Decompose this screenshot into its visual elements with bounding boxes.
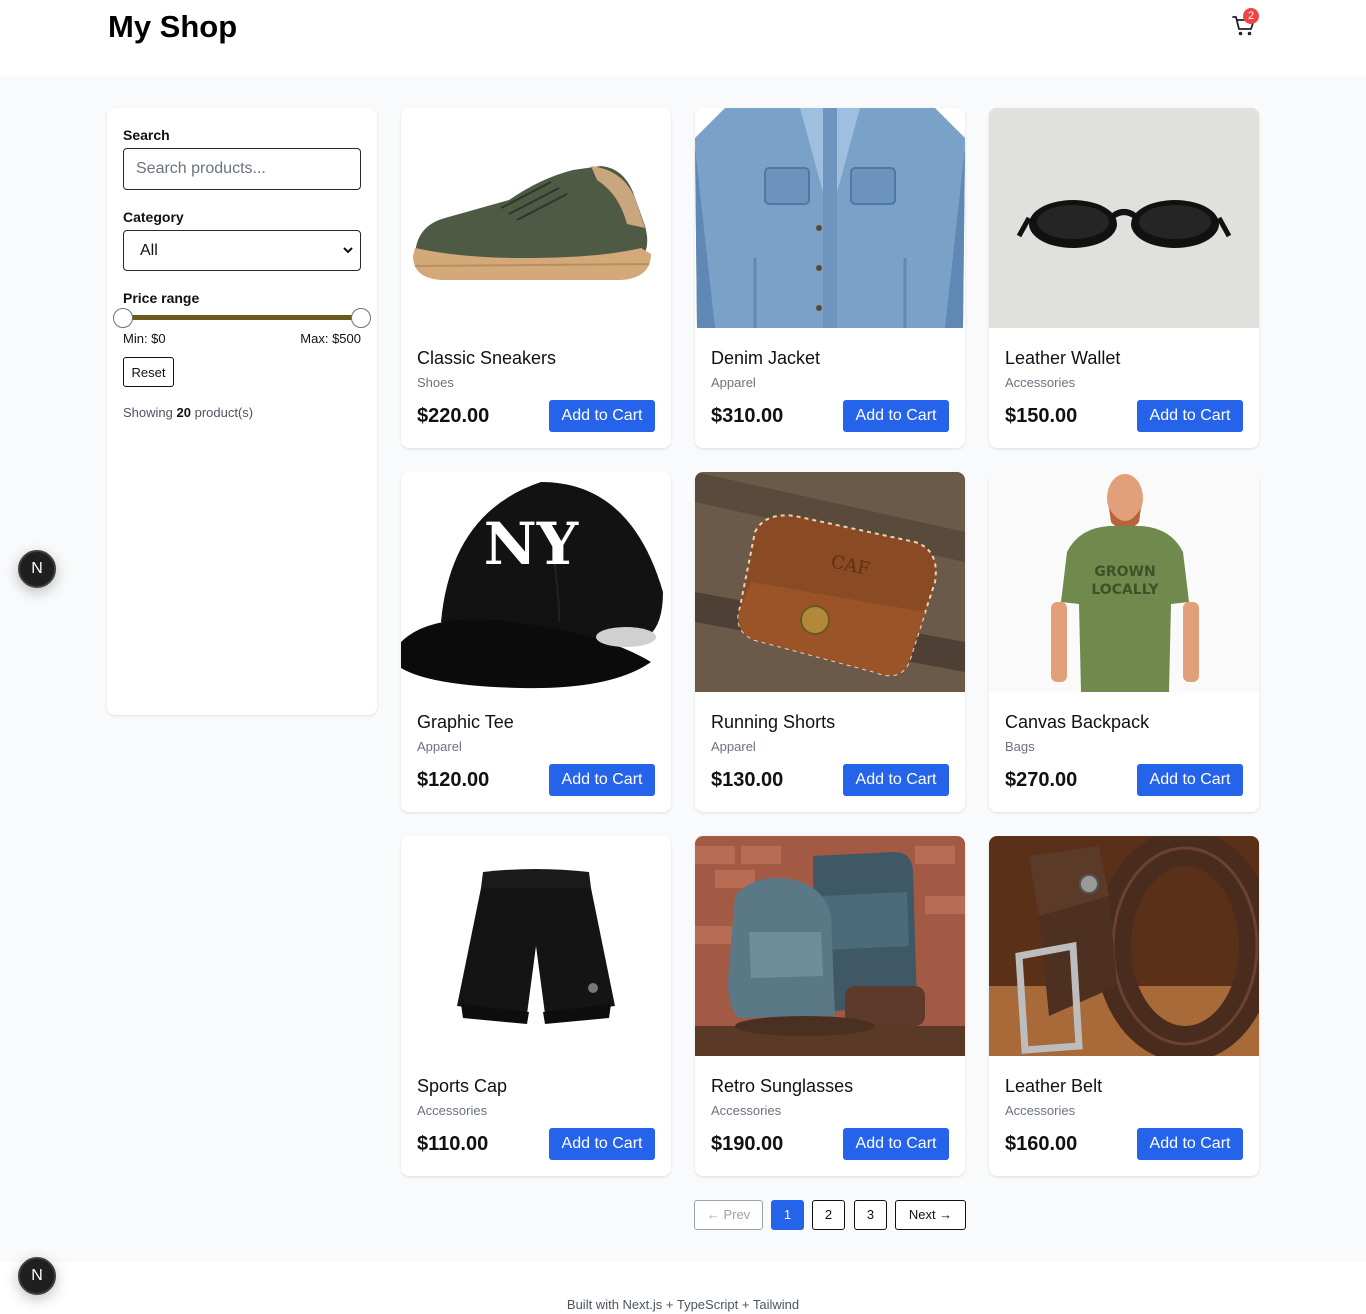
product-price: $190.00 [711,1133,784,1155]
product-name[interactable]: Sports Cap [417,1076,507,1097]
add-to-cart-button[interactable]: Add to Cart [549,1128,655,1160]
product-card: Leather Wallet Accessories $150.00 Add t… [989,108,1259,448]
svg-text:GROWN: GROWN [1094,564,1155,580]
nextjs-dev-badge[interactable]: N [18,550,56,588]
prev-page-button[interactable]: ← Prev [694,1200,763,1230]
add-to-cart-button[interactable]: Add to Cart [1137,1128,1243,1160]
add-to-cart-button[interactable]: Add to Cart [1137,764,1243,796]
backpacks-image[interactable] [695,836,965,1056]
next-page-button[interactable]: Next → [895,1200,966,1230]
product-count-text: Showing 20 product(s) [123,405,253,420]
shop-title: My Shop [108,9,238,44]
product-category: Accessories [1005,1103,1076,1118]
showing-count: 20 [176,405,191,420]
product-price: $160.00 [1005,1133,1078,1155]
add-to-cart-button[interactable]: Add to Cart [549,764,655,796]
product-category: Bags [1005,739,1035,754]
leather-wallet-image[interactable]: CAF [695,472,965,692]
product-price: $150.00 [1005,405,1078,427]
site-footer: Built with Next.js + TypeScript + Tailwi… [0,1262,1366,1314]
product-card: CAF Running Shorts Apparel $130.00 Add t… [695,472,965,812]
denim-jacket-image[interactable] [695,108,965,328]
price-max-text: Max: $500 [300,331,361,346]
product-price: $270.00 [1005,769,1078,791]
product-category: Apparel [711,739,756,754]
search-label: Search [123,127,170,143]
product-price: $110.00 [417,1133,489,1155]
footer-text: Built with Next.js + TypeScript + Tailwi… [566,1297,800,1312]
product-card: NY Graphic Tee Apparel $120.00 Add to Ca… [401,472,671,812]
green-tshirt-image[interactable]: GROWN LOCALLY [989,472,1259,692]
product-name[interactable]: Running Shorts [711,712,835,733]
product-name[interactable]: Classic Sneakers [417,348,556,369]
price-min-handle[interactable] [113,308,133,328]
leather-belt-image[interactable] [989,836,1259,1056]
add-to-cart-button[interactable]: Add to Cart [843,1128,949,1160]
add-to-cart-button[interactable]: Add to Cart [549,400,655,432]
running-shorts-image[interactable] [401,836,671,1056]
product-category: Accessories [1005,375,1076,390]
page-button-3[interactable]: 3 [854,1200,887,1230]
price-range-label: Price range [123,290,200,306]
product-name[interactable]: Retro Sunglasses [711,1076,853,1097]
product-name[interactable]: Denim Jacket [711,348,820,369]
nextjs-dev-badge[interactable]: N [18,1257,56,1295]
showing-suffix: product(s) [194,405,254,420]
add-to-cart-button[interactable]: Add to Cart [843,764,949,796]
product-price: $220.00 [417,405,490,427]
cart-button[interactable]: 2 [1229,8,1261,40]
product-category: Apparel [711,375,756,390]
svg-text:LOCALLY: LOCALLY [1091,582,1159,598]
product-name[interactable]: Leather Belt [1005,1076,1102,1097]
sneaker-image[interactable] [401,108,671,328]
product-price: $130.00 [711,769,784,791]
price-range-track [123,315,361,320]
product-card: GROWN LOCALLY Canvas Backpack Bags $270.… [989,472,1259,812]
site-header: My Shop 2 [0,0,1366,76]
product-price: $310.00 [711,405,784,427]
category-selected-value: All [140,242,158,259]
showing-prefix: Showing [123,405,173,420]
product-name[interactable]: Leather Wallet [1005,348,1120,369]
baseball-cap-image[interactable]: NY [401,472,671,692]
product-card: Denim Jacket Apparel $310.00 Add to Cart [695,108,965,448]
product-name[interactable]: Canvas Backpack [1005,712,1149,733]
reset-button[interactable]: Reset [123,357,174,387]
product-category: Apparel [417,739,462,754]
price-max-handle[interactable] [351,308,371,328]
product-price: $120.00 [417,769,490,791]
category-label: Category [123,209,184,225]
cart-count-badge: 2 [1243,8,1259,24]
chevron-down-icon [343,247,353,254]
category-select[interactable]: All [123,230,361,271]
svg-text:NY: NY [484,510,579,578]
page-button-2[interactable]: 2 [812,1200,845,1230]
page-button-1[interactable]: 1 [771,1200,804,1230]
product-card: Classic Sneakers Shoes $220.00 Add to Ca… [401,108,671,448]
product-card: Retro Sunglasses Accessories $190.00 Add… [695,836,965,1176]
price-min-text: Min: $0 [123,331,166,346]
product-card: Sports Cap Accessories $110.00 Add to Ca… [401,836,671,1176]
filter-sidebar: Search Category All Price range Min: $0 … [107,108,377,715]
product-name[interactable]: Graphic Tee [417,712,514,733]
product-category: Accessories [711,1103,782,1118]
add-to-cart-button[interactable]: Add to Cart [843,400,949,432]
search-input[interactable] [123,148,361,190]
product-category: Shoes [417,375,454,390]
product-card: Leather Belt Accessories $160.00 Add to … [989,836,1259,1176]
product-category: Accessories [417,1103,488,1118]
add-to-cart-button[interactable]: Add to Cart [1137,400,1243,432]
sunglasses-image[interactable] [989,108,1259,328]
